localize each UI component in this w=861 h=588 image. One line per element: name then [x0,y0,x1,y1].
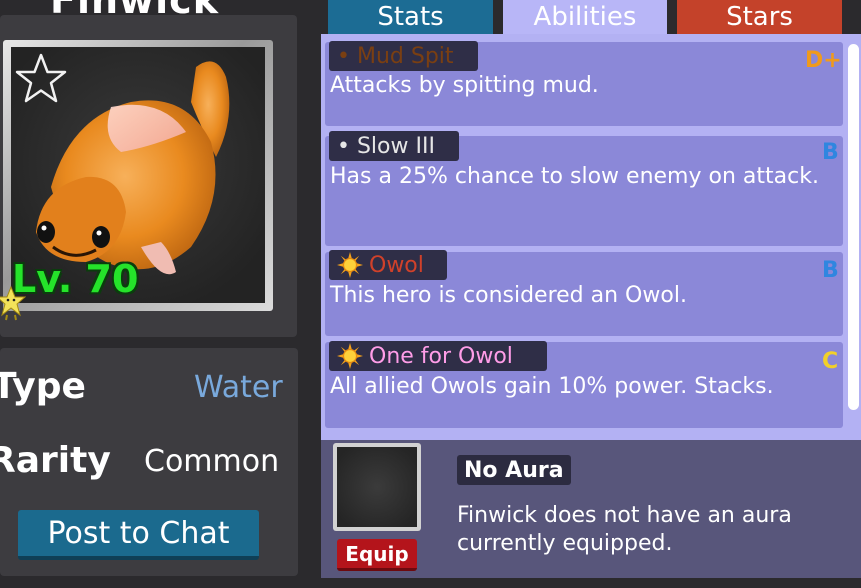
ability-description: Has a 25% chance to slow enemy on attack… [330,164,819,189]
rarity-label: Rarity [0,440,111,481]
ability-description: All allied Owols gain 10% power. Stacks. [330,374,774,399]
ability-grade: C [822,349,839,374]
ability-name: • Mud Spit [337,43,454,69]
tab-stats[interactable]: Stats [328,0,493,34]
abilities-scrollbar[interactable] [848,44,859,410]
ability-name: Owol [369,252,424,278]
equip-aura-button[interactable]: Equip [337,539,417,571]
ability-description: This hero is considered an Owol. [330,283,687,308]
type-value: Water [194,370,283,405]
ability-description: Attacks by spitting mud. [330,73,599,98]
tab-abilities[interactable]: Abilities [503,0,667,34]
post-to-chat-button[interactable]: Post to Chat [18,510,259,560]
type-label: Type [0,366,86,407]
ability-name-tag: • Slow III [329,131,459,161]
hero-level: Lv. 70 [12,257,139,301]
ability-name-tag: • Mud Spit [329,41,478,71]
aura-description: Finwick does not have an aura currently … [457,503,792,556]
ability-grade: B [822,258,839,283]
ability-name: • Slow III [337,133,435,159]
ability-grade: B [822,140,839,165]
tab-stars[interactable]: Stars [677,0,842,34]
rarity-value: Common [144,444,280,479]
sun-icon [337,252,363,278]
ability-grade: D+ [805,48,842,73]
ability-name-tag: Owol [329,250,447,280]
aura-name: No Aura [457,455,571,485]
sun-icon [337,343,363,369]
favorite-star-icon[interactable] [14,52,68,106]
rank-star-icon [0,285,26,321]
aura-slot[interactable] [337,447,417,527]
ability-name: One for Owol [369,343,513,369]
ability-name-tag: One for Owol [329,341,547,371]
